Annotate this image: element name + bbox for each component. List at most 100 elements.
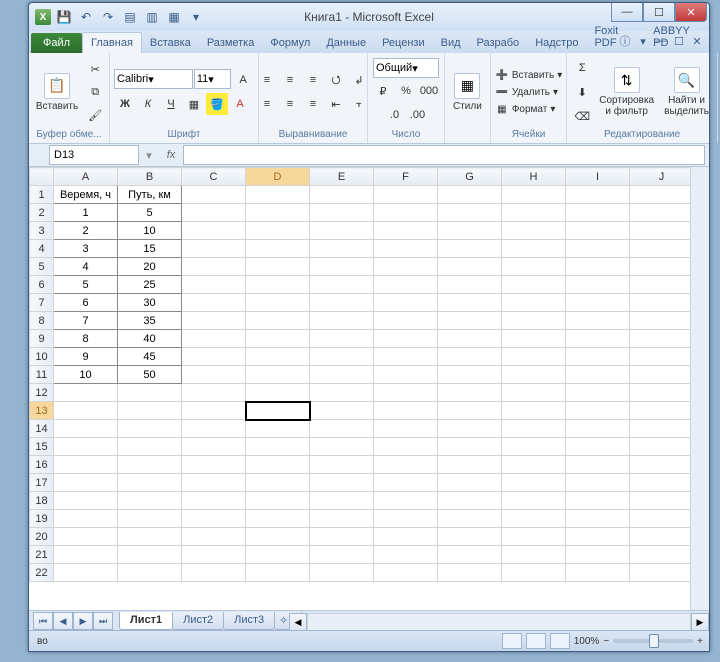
cell-A16[interactable] bbox=[54, 456, 118, 474]
cell-D13[interactable] bbox=[246, 402, 310, 420]
cell-A1[interactable]: Веремя, ч bbox=[54, 186, 118, 204]
close-button[interactable]: ✕ bbox=[675, 3, 707, 22]
cell-G7[interactable] bbox=[438, 294, 502, 312]
cell-J3[interactable] bbox=[630, 222, 694, 240]
cell-C9[interactable] bbox=[182, 330, 246, 348]
cell-J13[interactable] bbox=[630, 402, 694, 420]
row-header-3[interactable]: 3 bbox=[30, 222, 54, 240]
cell-A14[interactable] bbox=[54, 420, 118, 438]
cell-I12[interactable] bbox=[566, 384, 630, 402]
scroll-left-icon[interactable]: ◀ bbox=[289, 613, 307, 631]
cell-A15[interactable] bbox=[54, 438, 118, 456]
row-header-1[interactable]: 1 bbox=[30, 186, 54, 204]
cell-I19[interactable] bbox=[566, 510, 630, 528]
cell-I16[interactable] bbox=[566, 456, 630, 474]
cell-B16[interactable] bbox=[118, 456, 182, 474]
cell-F6[interactable] bbox=[374, 276, 438, 294]
bold-button[interactable]: Ж bbox=[114, 93, 136, 115]
cell-A8[interactable]: 7 bbox=[54, 312, 118, 330]
row-header-8[interactable]: 8 bbox=[30, 312, 54, 330]
cell-D3[interactable] bbox=[246, 222, 310, 240]
cell-I21[interactable] bbox=[566, 546, 630, 564]
wrap-icon[interactable]: ↲ bbox=[348, 69, 370, 91]
row-header-15[interactable]: 15 bbox=[30, 438, 54, 456]
cell-F7[interactable] bbox=[374, 294, 438, 312]
cell-C14[interactable] bbox=[182, 420, 246, 438]
cell-H18[interactable] bbox=[502, 492, 566, 510]
cell-A5[interactable]: 4 bbox=[54, 258, 118, 276]
cell-C17[interactable] bbox=[182, 474, 246, 492]
cell-A7[interactable]: 6 bbox=[54, 294, 118, 312]
cell-I13[interactable] bbox=[566, 402, 630, 420]
cell-B4[interactable]: 15 bbox=[118, 240, 182, 258]
cell-H2[interactable] bbox=[502, 204, 566, 222]
clear-icon[interactable]: ⌫ bbox=[571, 105, 593, 127]
autosum-icon[interactable]: Σ bbox=[571, 57, 593, 79]
save-icon[interactable]: 💾 bbox=[55, 8, 73, 26]
cell-J20[interactable] bbox=[630, 528, 694, 546]
cell-H22[interactable] bbox=[502, 564, 566, 582]
cell-C3[interactable] bbox=[182, 222, 246, 240]
cell-J7[interactable] bbox=[630, 294, 694, 312]
row-header-12[interactable]: 12 bbox=[30, 384, 54, 402]
cell-J1[interactable] bbox=[630, 186, 694, 204]
align-bot-icon[interactable]: ≡ bbox=[302, 69, 324, 91]
cell-C5[interactable] bbox=[182, 258, 246, 276]
cell-B1[interactable]: Путь, км bbox=[118, 186, 182, 204]
view-tab[interactable]: Вид bbox=[433, 33, 469, 53]
cell-H19[interactable] bbox=[502, 510, 566, 528]
insert-cells-button[interactable]: ➕Вставить ▾ bbox=[495, 68, 562, 82]
cell-C21[interactable] bbox=[182, 546, 246, 564]
cell-D9[interactable] bbox=[246, 330, 310, 348]
cell-I2[interactable] bbox=[566, 204, 630, 222]
cell-A19[interactable] bbox=[54, 510, 118, 528]
row-header-13[interactable]: 13 bbox=[30, 402, 54, 420]
cell-D17[interactable] bbox=[246, 474, 310, 492]
cell-B21[interactable] bbox=[118, 546, 182, 564]
cell-A13[interactable] bbox=[54, 402, 118, 420]
formula-bar[interactable] bbox=[183, 145, 705, 165]
cut-icon[interactable]: ✂ bbox=[84, 58, 106, 80]
col-header-C[interactable]: C bbox=[182, 168, 246, 186]
addins-tab[interactable]: Надстро bbox=[527, 33, 586, 53]
currency-icon[interactable]: ₽ bbox=[372, 80, 394, 102]
normal-view-icon[interactable] bbox=[502, 633, 522, 649]
cell-B15[interactable] bbox=[118, 438, 182, 456]
cell-H16[interactable] bbox=[502, 456, 566, 474]
font-name-combo[interactable]: Calibri ▾ bbox=[114, 69, 193, 89]
cell-B22[interactable] bbox=[118, 564, 182, 582]
row-header-18[interactable]: 18 bbox=[30, 492, 54, 510]
row-header-14[interactable]: 14 bbox=[30, 420, 54, 438]
cell-G15[interactable] bbox=[438, 438, 502, 456]
col-header-F[interactable]: F bbox=[374, 168, 438, 186]
insert-tab[interactable]: Вставка bbox=[142, 33, 199, 53]
col-header-A[interactable]: A bbox=[54, 168, 118, 186]
sheet-nav-first-icon[interactable]: ⏮ bbox=[33, 612, 53, 630]
cell-J17[interactable] bbox=[630, 474, 694, 492]
cell-J2[interactable] bbox=[630, 204, 694, 222]
cell-H15[interactable] bbox=[502, 438, 566, 456]
cell-D1[interactable] bbox=[246, 186, 310, 204]
name-box-dropdown-icon[interactable]: ▾ bbox=[139, 149, 159, 162]
cell-B17[interactable] bbox=[118, 474, 182, 492]
cell-J4[interactable] bbox=[630, 240, 694, 258]
cell-I1[interactable] bbox=[566, 186, 630, 204]
cell-I18[interactable] bbox=[566, 492, 630, 510]
mdi-max-icon[interactable]: ☐ bbox=[671, 33, 687, 49]
cell-E4[interactable] bbox=[310, 240, 374, 258]
qat-dropdown-icon[interactable]: ▾ bbox=[187, 8, 205, 26]
scroll-right-icon[interactable]: ▶ bbox=[691, 613, 709, 631]
cell-H13[interactable] bbox=[502, 402, 566, 420]
cell-D15[interactable] bbox=[246, 438, 310, 456]
cell-C10[interactable] bbox=[182, 348, 246, 366]
data-tab[interactable]: Данные bbox=[318, 33, 374, 53]
sheet-tab-1[interactable]: Лист1 bbox=[119, 612, 173, 630]
underline-button[interactable]: Ч bbox=[160, 93, 182, 115]
qat-btn[interactable]: ▤ bbox=[121, 8, 139, 26]
cell-E19[interactable] bbox=[310, 510, 374, 528]
zoom-in-icon[interactable]: + bbox=[697, 636, 703, 647]
cell-E18[interactable] bbox=[310, 492, 374, 510]
cell-A17[interactable] bbox=[54, 474, 118, 492]
cell-I15[interactable] bbox=[566, 438, 630, 456]
cell-A12[interactable] bbox=[54, 384, 118, 402]
